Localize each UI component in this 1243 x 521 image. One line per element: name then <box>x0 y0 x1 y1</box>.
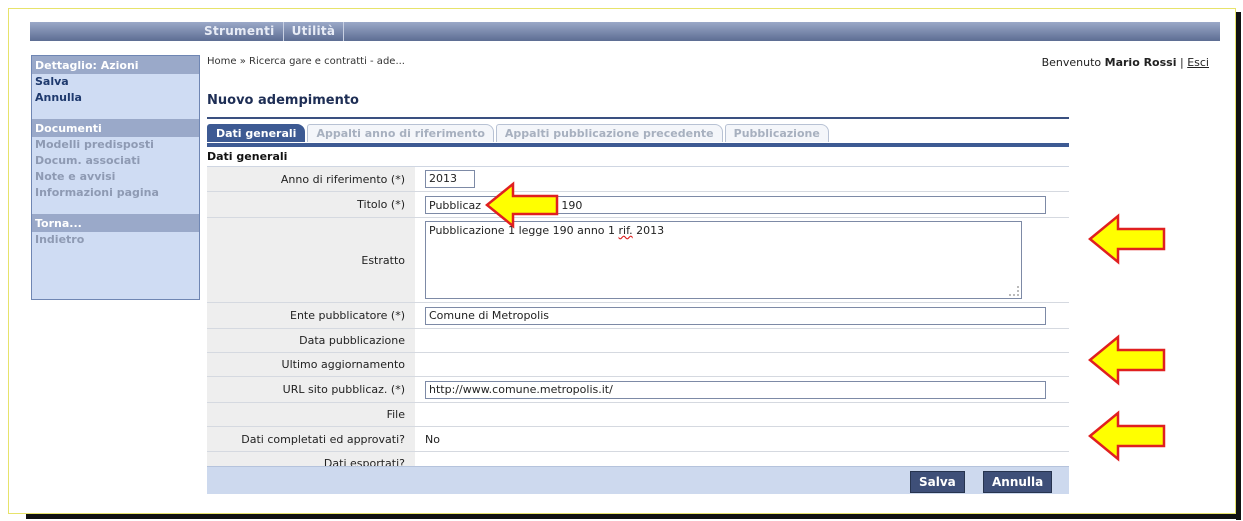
logout-link[interactable]: Esci <box>1187 56 1209 69</box>
tab-dati-generali[interactable]: Dati generali <box>207 124 306 142</box>
page-title: Nuovo adempimento <box>207 93 359 108</box>
annotation-arrow-icon <box>485 181 559 229</box>
save-button[interactable]: Salva <box>910 471 965 493</box>
form-row-anno: Anno di riferimento (*) <box>207 167 1069 192</box>
form-row-ultimo-aggiornamento: Ultimo aggiornamento <box>207 353 1069 377</box>
titolo-value-start: Pubblicaz <box>429 198 482 212</box>
section-title: Dati generali <box>207 150 288 163</box>
sidebar-header-torna: Torna... <box>32 214 199 232</box>
title-divider <box>207 117 1069 119</box>
menu-strumenti[interactable]: Strumenti <box>196 22 284 41</box>
tab-appalti-precedente[interactable]: Appalti pubblicazione precedente <box>495 124 723 142</box>
sidebar-item-docum-associati: Docum. associati <box>35 154 141 167</box>
tab-pubblicazione[interactable]: Pubblicazione <box>724 124 829 142</box>
file-label: File <box>207 403 415 426</box>
form-row-file: File <box>207 403 1069 427</box>
estratto-spellcheck-word: rif. <box>618 224 633 237</box>
annotation-arrow-icon <box>1088 334 1166 386</box>
form-table: Anno di riferimento (*) Titolo (*) Pubbl… <box>207 166 1069 476</box>
menu-bar: Strumenti Utilità <box>196 22 345 41</box>
form-row-data-pubblicazione: Data pubblicazione <box>207 329 1069 353</box>
ente-input[interactable] <box>425 306 1046 325</box>
form-row-estratto: Estratto Pubblicazione 1 legge 190 anno … <box>207 218 1069 303</box>
ultimo-aggiornamento-label: Ultimo aggiornamento <box>207 353 415 376</box>
cancel-button[interactable]: Annulla <box>983 471 1053 493</box>
welcome-text: Benvenuto <box>1041 56 1102 69</box>
resize-grip-icon[interactable] <box>1009 286 1019 296</box>
sidebar-item-note-avvisi: Note e avvisi <box>35 170 116 183</box>
breadcrumb[interactable]: Home » Ricerca gare e contratti - ade... <box>207 56 405 67</box>
welcome-bar: Benvenuto Mario Rossi | Esci <box>1042 56 1209 69</box>
form-row-url: URL sito pubblicaz. (*) <box>207 377 1069 403</box>
form-row-ente: Ente pubblicatore (*) <box>207 303 1069 329</box>
annotation-arrow-icon <box>1088 410 1166 462</box>
frame-shadow <box>26 514 1241 519</box>
tabs-divider <box>207 143 1069 147</box>
data-pubblicazione-label: Data pubblicazione <box>207 329 415 352</box>
anno-input[interactable] <box>425 170 475 188</box>
sidebar-item-salva[interactable]: Salva <box>32 74 199 90</box>
anno-label: Anno di riferimento (*) <box>207 167 415 191</box>
user-name: Mario Rossi <box>1104 56 1177 69</box>
sidebar-item-annulla[interactable]: Annulla <box>32 90 199 106</box>
frame-shadow <box>1236 12 1241 520</box>
tab-appalti-anno[interactable]: Appalti anno di riferimento <box>307 124 494 142</box>
estratto-textarea[interactable]: Pubblicazione 1 legge 190 anno 1 rif. 20… <box>425 221 1022 299</box>
tab-bar: Dati generali Appalti anno di riferiment… <box>207 124 831 143</box>
url-input[interactable] <box>425 380 1046 399</box>
sidebar: Dettaglio: Azioni Salva Annulla Document… <box>31 55 200 300</box>
completati-label: Dati completati ed approvati? <box>207 427 415 451</box>
sidebar-item-modelli: Modelli predisposti <box>35 138 154 151</box>
form-row-completati: Dati completati ed approvati? No <box>207 427 1069 452</box>
ente-label: Ente pubblicatore (*) <box>207 303 415 328</box>
annotation-arrow-icon <box>1088 213 1166 265</box>
sidebar-header-documenti: Documenti <box>32 119 199 137</box>
form-actions-bar: Salva Annulla <box>207 466 1069 494</box>
estratto-label: Estratto <box>207 218 415 302</box>
completati-value: No <box>425 432 440 446</box>
sidebar-item-indietro: Indietro <box>35 233 85 246</box>
url-label: URL sito pubblicaz. (*) <box>207 377 415 402</box>
estratto-text-end: 2013 <box>632 224 665 237</box>
form-row-titolo: Titolo (*) Pubblicaz e 190 <box>207 192 1069 218</box>
titolo-label: Titolo (*) <box>207 192 415 217</box>
welcome-separator: | <box>1179 56 1184 69</box>
sidebar-item-informazioni: Informazioni pagina <box>35 186 159 199</box>
menu-utilita[interactable]: Utilità <box>284 22 345 41</box>
sidebar-header-azioni: Dettaglio: Azioni <box>32 56 199 74</box>
